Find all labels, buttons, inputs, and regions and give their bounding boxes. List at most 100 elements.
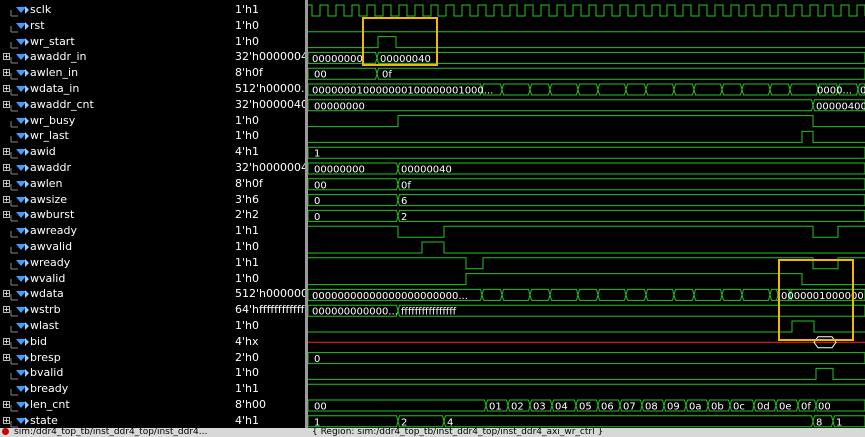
- signal-row-wstrb[interactable]: + wstrb: [0, 302, 232, 318]
- signal-row-awlen-in[interactable]: + awlen_in: [0, 65, 232, 81]
- bit-waveform: [308, 273, 865, 286]
- bus-value-label: 02: [511, 402, 524, 413]
- bus-value-label: 0000...: [817, 86, 852, 97]
- signal-value: 1'h1: [235, 224, 259, 238]
- status-path: sim:/ddr4_top_tb/inst_ddr4_top/inst_ddr4…: [14, 428, 208, 437]
- signal-name: awsize: [30, 192, 68, 206]
- bus-value-label: 000000010000000100000001000...: [312, 86, 493, 97]
- bus-value-label: 0000001000000: [781, 291, 864, 302]
- bus-value-label: 05: [579, 402, 592, 413]
- bit-waveform: [308, 36, 865, 49]
- bus-value-label: 00: [314, 180, 327, 191]
- signal-row-awburst[interactable]: + awburst: [0, 207, 232, 223]
- signal-row-state[interactable]: + state: [0, 413, 232, 429]
- bus-value-label: 0a: [689, 402, 702, 413]
- signal-name: wvalid: [30, 271, 66, 285]
- bit-waveform: [308, 225, 865, 238]
- waveform-pane[interactable]: 00000000 0000004000 0f00000001000000010000…: [308, 0, 865, 437]
- bus-value-label: 1: [314, 149, 320, 160]
- signal-value: 4'h1: [235, 413, 259, 427]
- signal-name: wr_last: [30, 129, 69, 143]
- signal-row-awlen[interactable]: + awlen: [0, 176, 232, 192]
- signal-name: wr_busy: [30, 113, 76, 127]
- signal-value: 1'h0: [235, 240, 259, 253]
- signal-row-awaddr[interactable]: + awaddr: [0, 160, 232, 176]
- signal-value: 32'h00000040: [235, 161, 305, 174]
- signal-row-awaddr-cnt[interactable]: + awaddr_cnt: [0, 97, 232, 113]
- signal-row-bvalid[interactable]: bvalid: [0, 365, 232, 381]
- signal-name: wstrb: [30, 303, 61, 317]
- bus-waveform: [308, 99, 865, 112]
- bus-value-label: 00: [818, 402, 831, 413]
- signal-row-awvalid[interactable]: awvalid: [0, 239, 232, 255]
- bus-value-label: 0d: [757, 402, 770, 413]
- signal-name: sclk: [30, 3, 52, 16]
- error-icon: [2, 428, 9, 435]
- signal-value: 4'hx: [235, 334, 259, 348]
- bus-value-label: 06: [601, 402, 614, 413]
- signal-name: rst: [30, 18, 45, 32]
- bit-waveform: [308, 367, 865, 380]
- bit-waveform: [308, 4, 865, 17]
- signal-value: 32'h00000400: [235, 97, 305, 111]
- bus-value-label: 0b: [711, 402, 724, 413]
- signal-value: 1'h0: [235, 271, 259, 285]
- bus-value-label: 00000040: [380, 54, 431, 65]
- bus-value-label: 2: [401, 417, 407, 428]
- signal-value: 1'h0: [235, 113, 259, 127]
- signal-name: awlen_in: [30, 66, 79, 80]
- signal-row-bready[interactable]: bready: [0, 381, 232, 397]
- signal-row-wdata[interactable]: + wdata: [0, 286, 232, 302]
- bus-value-label: 00000000000000000000000...: [312, 291, 468, 302]
- bus-value-label: 00000040: [401, 165, 452, 176]
- signal-value-pane: 1'h1 1'h0 1'h0 32'h00000040 8'h0f 512'h00000.…: [232, 0, 305, 437]
- signal-row-wr-start[interactable]: wr_start: [0, 34, 232, 50]
- status-bar: sim:/ddr4_top_tb/inst_ddr4_top/inst_ddr4…: [0, 428, 865, 437]
- bus-value-label: 0: [860, 86, 865, 97]
- signal-row-wready[interactable]: wready: [0, 255, 232, 271]
- bus-value-label: 000000000000...: [312, 307, 398, 318]
- signal-row-wvalid[interactable]: wvalid: [0, 271, 232, 287]
- signal-name: awaddr_cnt: [30, 97, 94, 111]
- signal-name: wdata_in: [30, 82, 80, 95]
- signal-row-rst[interactable]: rst: [0, 18, 232, 34]
- bus-value-label: ffffffffffffffff: [401, 307, 457, 318]
- signal-row-bid[interactable]: + bid: [0, 334, 232, 350]
- signal-value: 2'h2: [235, 208, 259, 222]
- signal-row-sclk[interactable]: sclk: [0, 2, 232, 18]
- signal-row-bresp[interactable]: + bresp: [0, 350, 232, 366]
- bus-value-label: 1: [314, 417, 320, 428]
- signal-row-wlast[interactable]: wlast: [0, 318, 232, 334]
- signal-name: wdata: [30, 287, 64, 301]
- bus-value-label: 03: [533, 402, 546, 413]
- signal-row-wdata-in[interactable]: + wdata_in: [0, 81, 232, 97]
- bus-value-label: 2: [401, 212, 407, 223]
- bus-value-label: 0: [314, 212, 320, 223]
- signal-row-wr-busy[interactable]: wr_busy: [0, 113, 232, 129]
- bus-value-label: 6: [401, 196, 407, 207]
- signal-name: awburst: [30, 208, 75, 222]
- signal-name: state: [30, 413, 58, 427]
- signal-row-awid[interactable]: + awid: [0, 144, 232, 160]
- bus-value-label: 00000000: [314, 101, 365, 112]
- signal-value: 1'h0: [235, 319, 259, 332]
- bit-waveform: [308, 130, 865, 143]
- signal-value: 1'h0: [235, 34, 259, 48]
- signal-row-awaddr-in[interactable]: + awaddr_in: [0, 49, 232, 65]
- signal-value: 1'h1: [235, 3, 259, 16]
- signal-name: wlast: [30, 319, 59, 332]
- bus-value-label: 01: [489, 402, 502, 413]
- signal-row-len-cnt[interactable]: + len_cnt: [0, 397, 232, 413]
- bus-value-label: 0f: [801, 402, 811, 413]
- signal-row-awsize[interactable]: + awsize: [0, 192, 232, 208]
- signal-row-awready[interactable]: awready: [0, 223, 232, 239]
- bus-value-label: 0e: [779, 402, 792, 413]
- bus-value-label: 0: [314, 354, 320, 365]
- signal-value: 4'h1: [235, 145, 259, 159]
- bus-waveform: [308, 415, 865, 428]
- bus-waveform: [308, 178, 865, 191]
- signal-row-wr-last[interactable]: wr_last: [0, 128, 232, 144]
- signal-name: wready: [30, 255, 71, 269]
- bus-value-label: 0f: [382, 70, 392, 81]
- bus-value-label: 0f: [401, 180, 411, 191]
